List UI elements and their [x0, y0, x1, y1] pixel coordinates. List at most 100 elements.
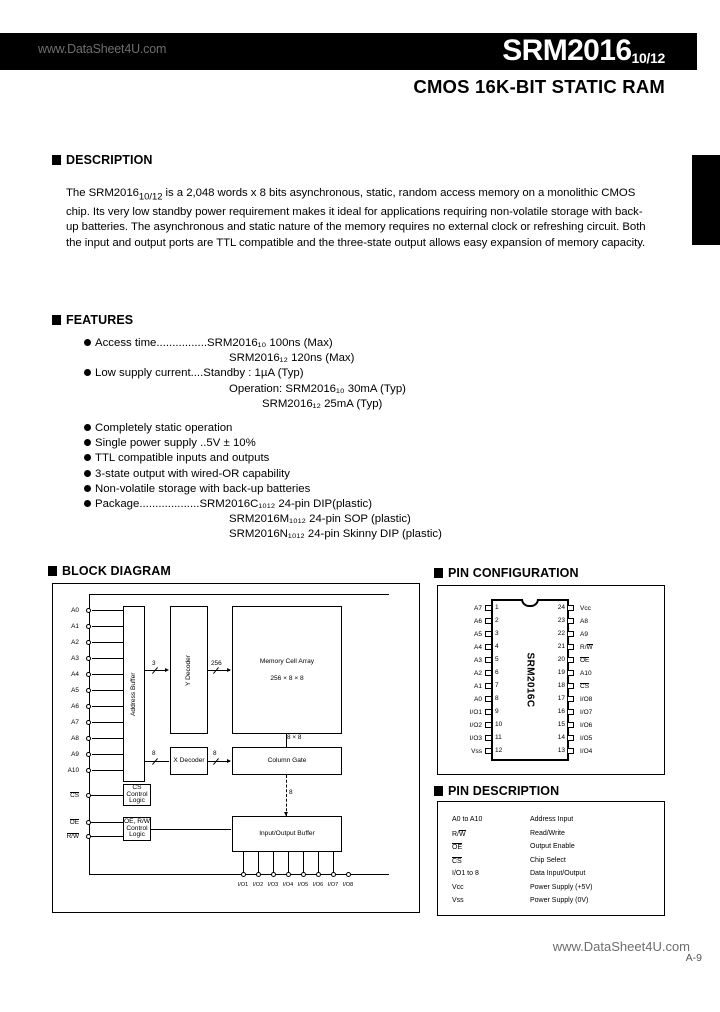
pc-right-pin-lead — [567, 644, 574, 650]
feature-bullet-icon — [84, 369, 91, 377]
bd-io-pin-label: I/O2 — [252, 882, 264, 888]
feature-item: SRM2016M₁₀₁₂ 24-pin SOP (plastic) — [229, 513, 411, 526]
bus-label-addr-y: 3 — [152, 660, 156, 667]
pc-left-pin-number: 12 — [495, 747, 503, 754]
pc-right-pin-number: 23 — [557, 617, 565, 624]
footer-watermark: www.DataSheet4U.com — [552, 939, 690, 954]
pin-configuration-heading: PIN CONFIGURATION — [434, 566, 579, 580]
overline-span: CS — [580, 683, 590, 690]
part-number-text: SRM2016 — [502, 34, 632, 67]
feature-item: TTL compatible inputs and outputs — [84, 451, 544, 466]
feature-item-label: 3-state output with wired-OR capability — [95, 467, 290, 480]
bd-io-pin-label: I/O4 — [282, 882, 294, 888]
wire-io7 — [333, 852, 334, 874]
section-marker-icon — [52, 155, 61, 165]
bd-control-pin-dot — [86, 833, 91, 839]
pin-description-text: Power Supply (0V) — [530, 897, 589, 904]
wire-io4 — [288, 852, 289, 874]
pc-left-pin-lead — [485, 670, 492, 676]
block-y-decoder-label: Y Decoder — [185, 654, 192, 686]
pc-right-pin-label: I/O5 — [580, 735, 593, 742]
pin-configuration-frame: SRM2016C A7 1 A6 2 A5 3 A4 4 A3 5 A2 6 A1 7 A0 8 I/O1 9 I/… — [437, 585, 665, 775]
wire-oe-to-logic — [89, 822, 123, 823]
feature-item-label: Completely static operation — [95, 422, 233, 435]
bus-label-gate-io: 8 — [289, 789, 293, 796]
overline-span: OE — [452, 843, 463, 851]
block-io-buffer-label: Input/Output Buffer — [259, 830, 315, 837]
pc-left-pin-lead — [485, 709, 492, 715]
wire-addr-to-xdec — [145, 761, 169, 762]
wire-io5 — [303, 852, 304, 874]
pc-left-pin-lead — [485, 618, 492, 624]
section-marker-icon — [52, 315, 61, 325]
pc-left-pin-label: I/O2 — [469, 722, 482, 729]
feature-item: Single power supply ..5V ± 10% — [84, 436, 544, 451]
bd-address-pin-dot — [86, 671, 91, 677]
pin-description-text: Power Supply (+5V) — [530, 883, 593, 891]
bd-address-pin-wire — [92, 642, 123, 643]
pin-description-symbol: A0 to A10 — [452, 816, 483, 823]
pin-description-symbol: Vcc — [452, 883, 464, 891]
bd-io-pin-label: I/O7 — [327, 882, 339, 888]
block-memory-cell-array-size: 256 × 8 × 8 — [270, 674, 304, 682]
feature-item-label: TTL compatible inputs and outputs — [95, 452, 270, 465]
feature-bullet-icon — [84, 339, 91, 346]
bus-label-array-gate: 8 × 8 — [287, 734, 302, 741]
pc-left-pin-lead — [485, 631, 492, 637]
arrow-gate-to-iobuffer-icon — [283, 812, 288, 816]
pc-right-pin-number: 17 — [557, 695, 565, 702]
pc-right-pin-lead — [567, 748, 574, 754]
feature-item-label: Package...................SRM2016C₁₀₁₂ 2… — [95, 498, 373, 511]
feature-item-label: Access time................SRM2016₁₀ 100… — [95, 337, 333, 349]
feature-item: Low supply current....Standby : 1µA (Typ… — [84, 366, 544, 381]
bd-address-pin-dot — [86, 751, 91, 757]
pc-right-pin-lead — [567, 709, 574, 715]
header-watermark: www.DataSheet4U.com — [38, 42, 167, 56]
pc-right-pin-label: R/W — [580, 644, 593, 651]
pc-left-pin-label: A6 — [474, 618, 482, 625]
block-oe-rw-control-logic-line3: Logic — [129, 831, 145, 839]
bd-io-pin-dot — [345, 871, 351, 877]
pc-right-pin-lead — [567, 605, 574, 611]
overline-span: CS — [70, 792, 79, 799]
bd-address-pin-dot — [86, 767, 91, 773]
pc-left-pin-number: 2 — [495, 617, 499, 624]
pin-description-text: Read/Write — [530, 829, 565, 837]
pc-left-pin-number: 11 — [495, 734, 502, 741]
bd-control-pin-label: R/W — [55, 833, 79, 841]
bus-label-y-array: 256 — [211, 660, 222, 667]
pc-right-pin-label: A8 — [580, 618, 588, 625]
pc-left-pin-number: 5 — [495, 656, 499, 663]
page-subtitle: CMOS 16K-BIT STATIC RAM — [413, 76, 665, 97]
pc-right-pin-lead — [567, 618, 574, 624]
bd-address-pin-dot — [86, 703, 91, 709]
wire-gate-to-iobuffer — [286, 775, 287, 816]
bd-io-pin-dot — [255, 871, 261, 877]
overline-span: R/W — [66, 833, 79, 840]
bd-address-pin-label: A10 — [67, 767, 79, 774]
pc-right-pin-label: Vcc — [580, 605, 591, 612]
pc-left-pin-label: A2 — [474, 670, 482, 677]
edge-index-tab — [692, 155, 720, 245]
pin-description-symbol: Vss — [452, 897, 464, 904]
arrow-addr-to-ydec-icon — [165, 667, 169, 672]
overline-span: OE — [580, 657, 590, 664]
pc-right-pin-lead — [567, 683, 574, 689]
bd-io-pin-dot — [315, 871, 321, 877]
wire-bottom-rail — [89, 874, 389, 875]
wire-addr-to-ydec — [145, 670, 167, 671]
block-x-decoder: X Decoder — [170, 747, 208, 775]
bd-address-pin-label: A6 — [71, 703, 79, 710]
pc-right-pin-label: I/O6 — [580, 722, 593, 729]
pc-left-pin-number: 8 — [495, 695, 499, 702]
bd-control-pin-label: CS — [55, 792, 79, 800]
arrow-ydec-to-array-icon — [227, 667, 231, 672]
block-memory-cell-array: Memory Cell Array 256 × 8 × 8 — [232, 606, 342, 734]
features-list: Access time................SRM2016₁₀ 100… — [84, 336, 544, 543]
block-column-gate-label: Column Gate — [267, 757, 307, 764]
bd-address-pin-label: A4 — [71, 671, 79, 678]
feature-bullet-icon — [84, 500, 91, 508]
wire-io2 — [258, 852, 259, 874]
feature-item: Operation: SRM2016₁₀ 30mA (Typ) — [229, 382, 406, 395]
wire-io6 — [318, 852, 319, 874]
